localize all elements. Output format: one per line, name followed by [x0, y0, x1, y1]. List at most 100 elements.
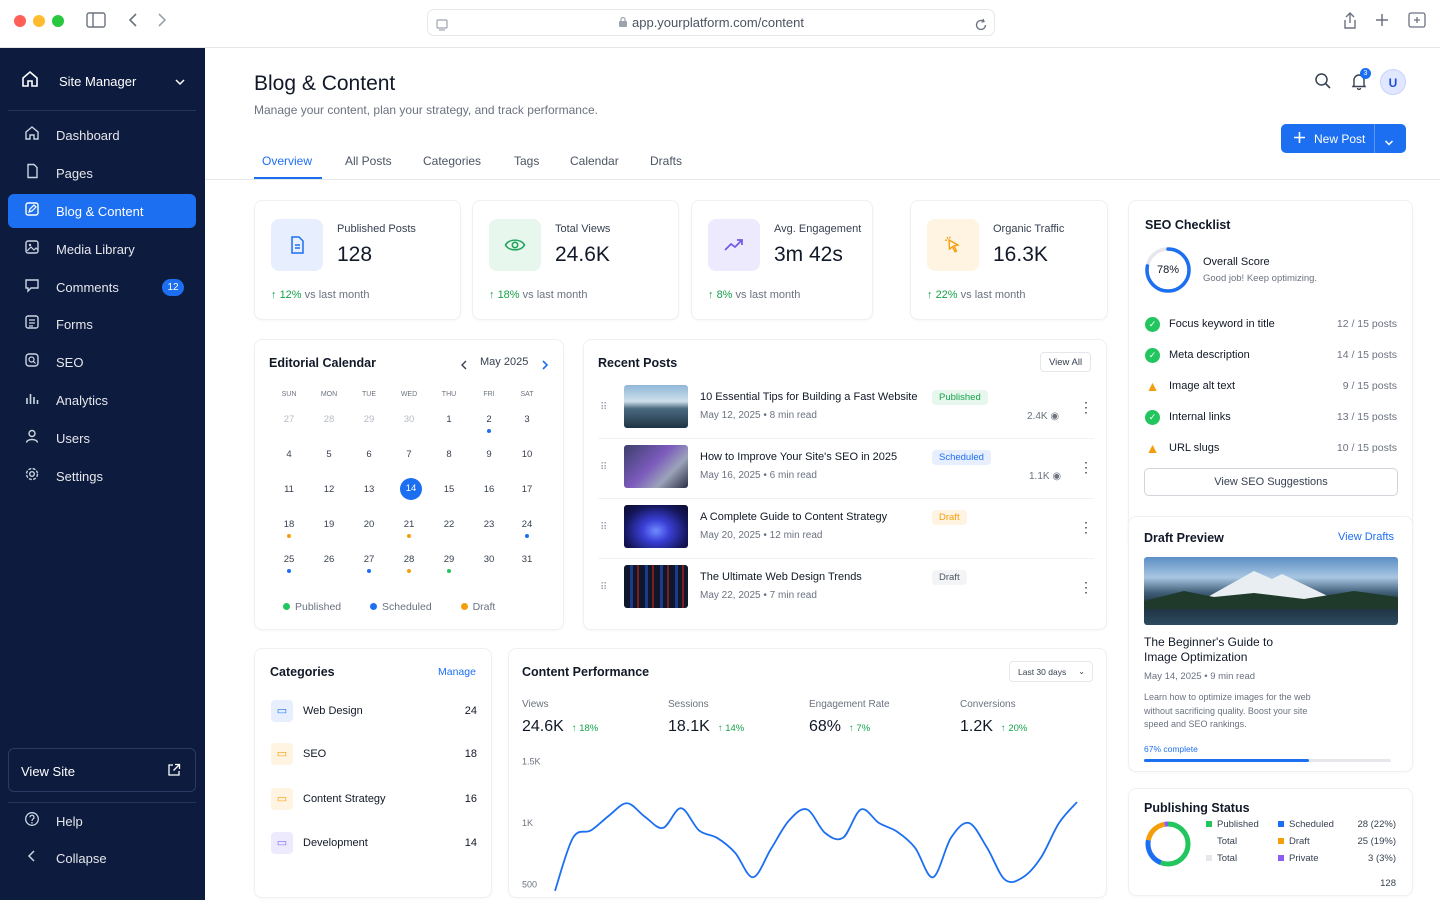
- stat-card-published-posts[interactable]: Published Posts 128 ↑ 12% vs last month: [254, 200, 461, 320]
- calendar-day[interactable]: 29: [350, 414, 388, 425]
- sidebar-item-settings[interactable]: Settings: [8, 459, 196, 493]
- close-window-button[interactable]: [14, 15, 26, 27]
- calendar-day[interactable]: 29: [430, 554, 468, 565]
- tab-all-posts[interactable]: All Posts: [345, 154, 392, 168]
- calendar-day[interactable]: 4: [270, 449, 308, 460]
- calendar-day[interactable]: 10: [508, 449, 546, 460]
- sidebar-item-help[interactable]: Help: [8, 804, 196, 838]
- share-icon[interactable]: [1342, 12, 1358, 35]
- calendar-day[interactable]: 21: [390, 519, 428, 530]
- draft-post-title-line-2[interactable]: Image Optimization: [1144, 650, 1247, 664]
- calendar-day[interactable]: 24: [508, 519, 546, 530]
- calendar-day[interactable]: 13: [350, 484, 388, 495]
- calendar-day[interactable]: 19: [310, 519, 348, 530]
- calendar-day[interactable]: 3: [508, 414, 546, 425]
- post-title[interactable]: How to Improve Your Site's SEO in 2025: [700, 451, 897, 463]
- calendar-day[interactable]: 1: [430, 414, 468, 425]
- reload-icon[interactable]: [974, 15, 988, 40]
- sidebar-item-comments[interactable]: Comments 12: [8, 270, 196, 304]
- calendar-day[interactable]: 8: [430, 449, 468, 460]
- calendar-day[interactable]: 20: [350, 519, 388, 530]
- calendar-day[interactable]: 26: [310, 554, 348, 565]
- tab-calendar[interactable]: Calendar: [570, 154, 619, 168]
- calendar-day[interactable]: 18: [270, 519, 308, 530]
- calendar-day[interactable]: 11: [270, 484, 308, 495]
- view-all-button[interactable]: View All: [1040, 352, 1092, 372]
- post-title[interactable]: The Ultimate Web Design Trends: [700, 571, 862, 583]
- calendar-day[interactable]: 2: [470, 414, 508, 425]
- calendar-day[interactable]: 27: [270, 414, 308, 425]
- sidebar-item-collapse[interactable]: Collapse: [8, 841, 196, 875]
- post-title[interactable]: A Complete Guide to Content Strategy: [700, 511, 887, 523]
- post-row[interactable]: ⠿ How to Improve Your Site's SEO in 2025…: [598, 445, 1098, 505]
- calendar-day[interactable]: 22: [430, 519, 468, 530]
- category-row[interactable]: ▭ SEO 18: [271, 743, 477, 767]
- post-row[interactable]: ⠿ 10 Essential Tips for Building a Fast …: [598, 385, 1098, 445]
- draft-post-title[interactable]: The Beginner's Guide to: [1144, 635, 1273, 649]
- post-row[interactable]: ⠿ The Ultimate Web Design Trends May 22,…: [598, 565, 1098, 625]
- view-site-button[interactable]: View Site: [8, 748, 196, 792]
- avatar[interactable]: U: [1380, 69, 1406, 95]
- tab-overview-icon[interactable]: [1408, 12, 1426, 33]
- stat-card-total-views[interactable]: Total Views 24.6K ↑ 18% vs last month: [472, 200, 679, 320]
- sidebar-item-media-library[interactable]: Media Library: [8, 232, 196, 266]
- tab-overview[interactable]: Overview: [262, 154, 312, 168]
- calendar-day[interactable]: 28: [310, 414, 348, 425]
- post-row[interactable]: ⠿ A Complete Guide to Content Strategy M…: [598, 505, 1098, 565]
- view-drafts-link[interactable]: View Drafts: [1338, 531, 1394, 543]
- calendar-day[interactable]: 23: [470, 519, 508, 530]
- post-title[interactable]: 10 Essential Tips for Building a Fast We…: [700, 391, 917, 403]
- calendar-day[interactable]: 28: [390, 554, 428, 565]
- maximize-window-button[interactable]: [52, 15, 64, 27]
- new-post-button[interactable]: New Post: [1281, 124, 1406, 153]
- search-icon[interactable]: [1314, 72, 1332, 95]
- calendar-day[interactable]: 9: [470, 449, 508, 460]
- stat-card-organic-traffic[interactable]: Organic Traffic 16.3K ↑ 22% vs last mont…: [910, 200, 1108, 320]
- stat-card-avg-engagement[interactable]: Avg. Engagement 3m 42s ↑ 8% vs last mont…: [691, 200, 873, 320]
- tab-drafts[interactable]: Drafts: [650, 154, 682, 168]
- calendar-day[interactable]: 30: [470, 554, 508, 565]
- forward-icon[interactable]: [156, 12, 168, 33]
- more-options-icon[interactable]: ⋮: [1079, 579, 1093, 596]
- drag-handle-icon[interactable]: ⠿: [600, 582, 607, 593]
- sidebar-item-users[interactable]: Users: [8, 421, 196, 455]
- date-range-select[interactable]: Last 30 days ⌄: [1009, 661, 1093, 682]
- workspace-switcher[interactable]: Site Manager: [8, 66, 196, 96]
- sidebar-item-forms[interactable]: Forms: [8, 307, 196, 341]
- calendar-day[interactable]: 15: [430, 484, 468, 495]
- calendar-day[interactable]: 30: [390, 414, 428, 425]
- tab-tags[interactable]: Tags: [514, 154, 539, 168]
- more-options-icon[interactable]: ⋮: [1079, 519, 1093, 536]
- address-bar[interactable]: app.yourplatform.com/content: [427, 9, 995, 36]
- chevron-down-icon[interactable]: [1384, 134, 1394, 152]
- minimize-window-button[interactable]: [33, 15, 45, 27]
- calendar-day[interactable]: 31: [508, 554, 546, 565]
- calendar-day[interactable]: 25: [270, 554, 308, 565]
- manage-link[interactable]: Manage: [438, 666, 476, 678]
- calendar-day[interactable]: 17: [508, 484, 546, 495]
- more-options-icon[interactable]: ⋮: [1079, 459, 1093, 476]
- calendar-day[interactable]: 6: [350, 449, 388, 460]
- new-tab-icon[interactable]: [1374, 12, 1390, 33]
- drag-handle-icon[interactable]: ⠿: [600, 462, 607, 473]
- calendar-day[interactable]: 27: [350, 554, 388, 565]
- sidebar-item-pages[interactable]: Pages: [8, 156, 196, 190]
- drag-handle-icon[interactable]: ⠿: [600, 402, 607, 413]
- chevron-left-icon[interactable]: [460, 357, 468, 375]
- sidebar-item-seo[interactable]: SEO: [8, 345, 196, 379]
- drag-handle-icon[interactable]: ⠿: [600, 522, 607, 533]
- category-row[interactable]: ▭ Content Strategy 16: [271, 788, 477, 812]
- calendar-day-today[interactable]: 14: [400, 478, 422, 500]
- sidebar-item-analytics[interactable]: Analytics: [8, 383, 196, 417]
- category-row[interactable]: ▭ Web Design 24: [271, 700, 477, 724]
- tab-categories[interactable]: Categories: [423, 154, 481, 168]
- sidebar-item-dashboard[interactable]: Dashboard: [8, 118, 196, 152]
- calendar-day[interactable]: 16: [470, 484, 508, 495]
- calendar-day[interactable]: 12: [310, 484, 348, 495]
- calendar-day[interactable]: 7: [390, 449, 428, 460]
- view-seo-suggestions-button[interactable]: View SEO Suggestions: [1144, 468, 1398, 496]
- sidebar-item-blog-content[interactable]: Blog & Content: [8, 194, 196, 228]
- calendar-day[interactable]: 5: [310, 449, 348, 460]
- more-options-icon[interactable]: ⋮: [1079, 399, 1093, 416]
- sidebar-toggle-icon[interactable]: [86, 12, 106, 33]
